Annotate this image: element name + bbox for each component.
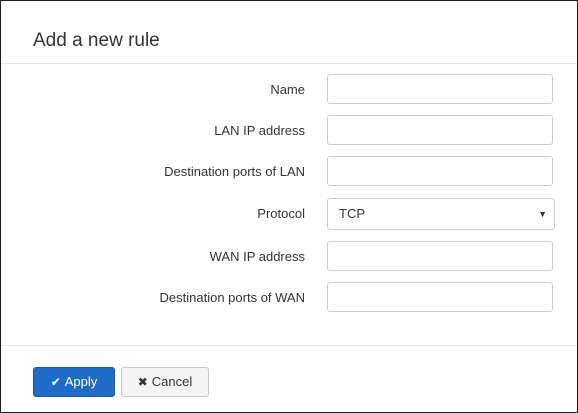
protocol-selected-value: TCP [339, 206, 365, 221]
wan-ports-input[interactable] [327, 282, 553, 312]
apply-label: Apply [64, 374, 98, 389]
apply-button[interactable]: ✔ Apply [33, 367, 115, 397]
form-row-wan-ip: WAN IP address [1, 241, 577, 273]
chevron-down-icon: ▼ [538, 209, 547, 219]
add-rule-dialog: Add a new rule Name LAN IP address Desti… [0, 0, 578, 413]
lan-ports-label: Destination ports of LAN [164, 164, 305, 179]
dialog-title: Add a new rule [33, 30, 160, 51]
lan-ip-input[interactable] [327, 115, 553, 145]
wan-ports-label: Destination ports of WAN [159, 290, 305, 305]
dialog-header: Add a new rule [1, 1, 577, 64]
check-icon: ✔ [50, 375, 61, 389]
cancel-button[interactable]: ✖ Cancel [121, 367, 209, 397]
name-input[interactable] [327, 74, 553, 104]
dialog-footer: ✔ Apply ✖ Cancel [1, 345, 577, 413]
cancel-label: Cancel [151, 374, 193, 389]
form-row-name: Name [1, 74, 577, 106]
wan-ip-label: WAN IP address [209, 249, 305, 264]
form-row-wan-ports: Destination ports of WAN [1, 282, 577, 314]
x-icon: ✖ [137, 375, 148, 389]
name-label: Name [270, 82, 305, 97]
protocol-select[interactable]: TCP ▼ [327, 198, 555, 230]
form-row-protocol: Protocol TCP ▼ [1, 198, 577, 230]
protocol-label: Protocol [257, 206, 305, 221]
wan-ip-input[interactable] [327, 241, 553, 271]
form-row-lan-ip: LAN IP address [1, 115, 577, 147]
form-row-lan-ports: Destination ports of LAN [1, 156, 577, 188]
lan-ports-input[interactable] [327, 156, 553, 186]
lan-ip-label: LAN IP address [214, 123, 305, 138]
